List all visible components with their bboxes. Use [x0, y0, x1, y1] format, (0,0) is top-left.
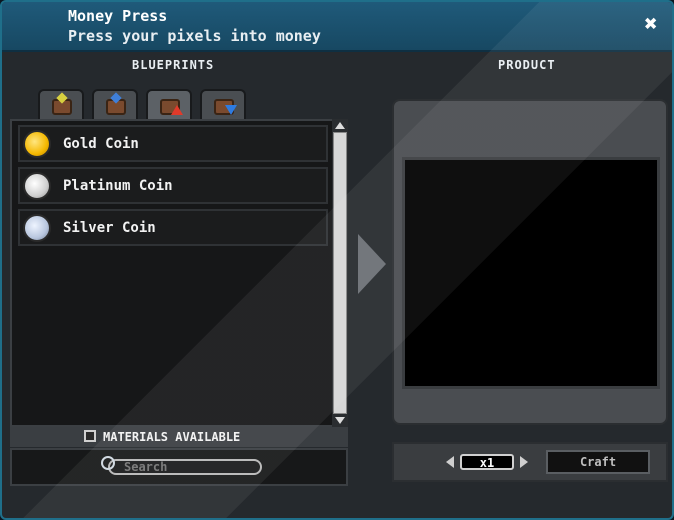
silver-coin-icon: [23, 214, 51, 242]
blueprint-item-platinum-coin[interactable]: Platinum Coin: [18, 167, 328, 204]
scroll-thumb[interactable]: [333, 132, 347, 414]
blue-down-arrow-icon: [225, 105, 237, 115]
product-preview: [402, 157, 660, 389]
materials-available-row: MATERIALS AVAILABLE: [10, 427, 348, 447]
materials-available-checkbox[interactable]: [84, 430, 96, 442]
search-field[interactable]: [108, 459, 262, 475]
blueprint-label: Gold Coin: [63, 136, 139, 152]
quantity-display: x1: [460, 454, 514, 470]
tab-crate-blue[interactable]: [92, 89, 138, 119]
product-panel: [392, 99, 668, 425]
scroll-up-icon[interactable]: [335, 122, 345, 129]
quantity-decrease-icon[interactable]: [446, 456, 454, 468]
blueprint-scrollbar[interactable]: [332, 119, 348, 427]
materials-available-label: MATERIALS AVAILABLE: [103, 430, 241, 444]
quantity-increase-icon[interactable]: [520, 456, 528, 468]
craft-bar: x1 Craft: [392, 442, 668, 482]
window-title: Money Press: [68, 7, 168, 25]
tab-crate-down[interactable]: [200, 89, 246, 119]
tab-crate-yellow[interactable]: [38, 89, 84, 119]
blueprint-label: Platinum Coin: [63, 178, 173, 194]
blueprint-item-gold-coin[interactable]: Gold Coin: [18, 125, 328, 162]
gold-coin-icon: [23, 130, 51, 158]
red-up-arrow-icon: [171, 105, 183, 115]
craft-button[interactable]: Craft: [546, 450, 650, 474]
arrow-right-icon: [358, 234, 386, 294]
window-subtitle: Press your pixels into money: [68, 27, 321, 45]
search-icon: [101, 456, 115, 470]
blueprint-label: Silver Coin: [63, 220, 156, 236]
title-bar: Money Press Press your pixels into money…: [2, 2, 672, 52]
blueprint-item-silver-coin[interactable]: Silver Coin: [18, 209, 328, 246]
blueprints-header: BLUEPRINTS: [132, 58, 215, 72]
product-header: PRODUCT: [498, 58, 556, 72]
money-press-window: Money Press Press your pixels into money…: [0, 0, 674, 520]
blueprint-tabs: [38, 89, 258, 122]
scroll-down-icon[interactable]: [335, 417, 345, 424]
close-icon[interactable]: ✖: [640, 14, 662, 36]
search-panel: [10, 448, 348, 486]
tab-crate-up[interactable]: [146, 89, 192, 122]
platinum-coin-icon: [23, 172, 51, 200]
search-input[interactable]: [124, 459, 254, 475]
blueprint-list: Gold Coin Platinum Coin Silver Coin: [10, 119, 348, 427]
